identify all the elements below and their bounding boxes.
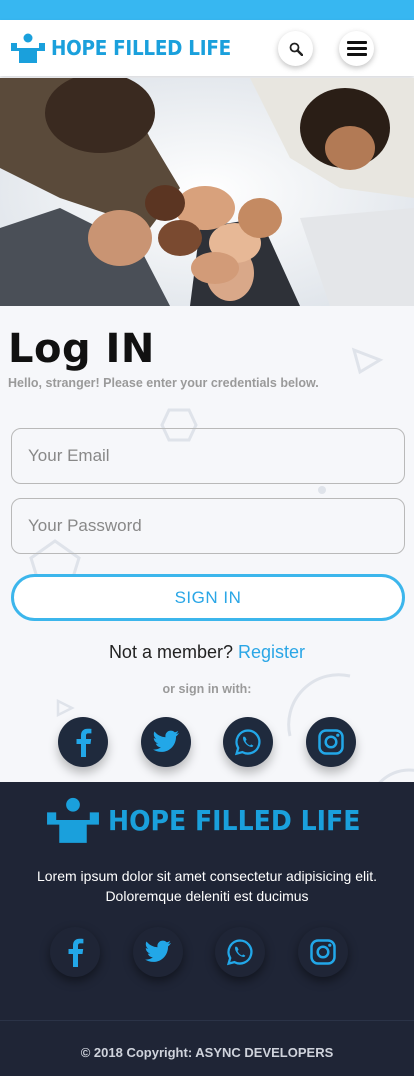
instagram-icon: [310, 939, 336, 965]
footer-divider: [0, 1020, 414, 1021]
facebook-icon: [76, 728, 92, 757]
facebook-button[interactable]: [58, 717, 108, 767]
twitter-icon: [145, 940, 171, 962]
brand-logo-link[interactable]: HOPE FILLED LIFE: [9, 32, 247, 64]
footer-facebook-button[interactable]: [50, 927, 100, 977]
search-icon: [289, 42, 303, 56]
login-subtitle: Hello, stranger! Please enter your crede…: [8, 376, 319, 390]
brand-name: HOPE FILLED LIFE: [51, 36, 231, 60]
twitter-icon: [153, 730, 179, 752]
footer-brand-name: HOPE FILLED LIFE: [108, 803, 361, 837]
hero-image: [0, 78, 414, 306]
group-fist-bump-photo: [0, 78, 414, 306]
footer-description: Lorem ipsum dolor sit amet consectetur a…: [36, 868, 378, 904]
triangle-decoration: [351, 347, 384, 375]
top-status-strip: [0, 0, 414, 20]
footer-whatsapp-button[interactable]: [215, 927, 265, 977]
email-field[interactable]: [11, 428, 405, 484]
register-link[interactable]: Register: [238, 642, 305, 662]
menu-button[interactable]: [339, 31, 374, 66]
person-raised-arms-icon: [47, 797, 99, 843]
footer-twitter-button[interactable]: [133, 927, 183, 977]
register-prompt: Not a member? Register: [0, 642, 414, 663]
triangle-decoration-small: [56, 698, 75, 718]
hamburger-menu-icon: [346, 38, 367, 59]
login-social-buttons: [0, 717, 414, 767]
footer-brand-logo-link[interactable]: HOPE FILLED LIFE: [44, 796, 389, 844]
footer-social-buttons: [0, 927, 414, 977]
search-button[interactable]: [278, 31, 313, 66]
page-title: Log IN: [8, 326, 155, 372]
footer-instagram-button[interactable]: [298, 927, 348, 977]
navbar: HOPE FILLED LIFE: [0, 20, 414, 76]
whatsapp-icon: [226, 939, 253, 966]
sign-in-button[interactable]: SIGN IN: [11, 574, 405, 621]
or-sign-in-text: or sign in with:: [162, 682, 252, 696]
person-raised-arms-icon: [11, 33, 45, 63]
copyright-text: © 2018 Copyright: ASYNC DEVELOPERS: [80, 1045, 334, 1060]
dot-decoration: [318, 486, 326, 494]
instagram-button[interactable]: [306, 717, 356, 767]
not-member-text: Not a member?: [108, 642, 233, 662]
whatsapp-icon: [234, 729, 261, 756]
footer: HOPE FILLED LIFE Lorem ipsum dolor sit a…: [0, 782, 414, 1076]
password-field[interactable]: [11, 498, 405, 554]
twitter-button[interactable]: [141, 717, 191, 767]
instagram-icon: [318, 729, 344, 755]
whatsapp-button[interactable]: [223, 717, 273, 767]
facebook-icon: [68, 938, 84, 967]
login-section: Log IN Hello, stranger! Please enter you…: [0, 306, 414, 782]
